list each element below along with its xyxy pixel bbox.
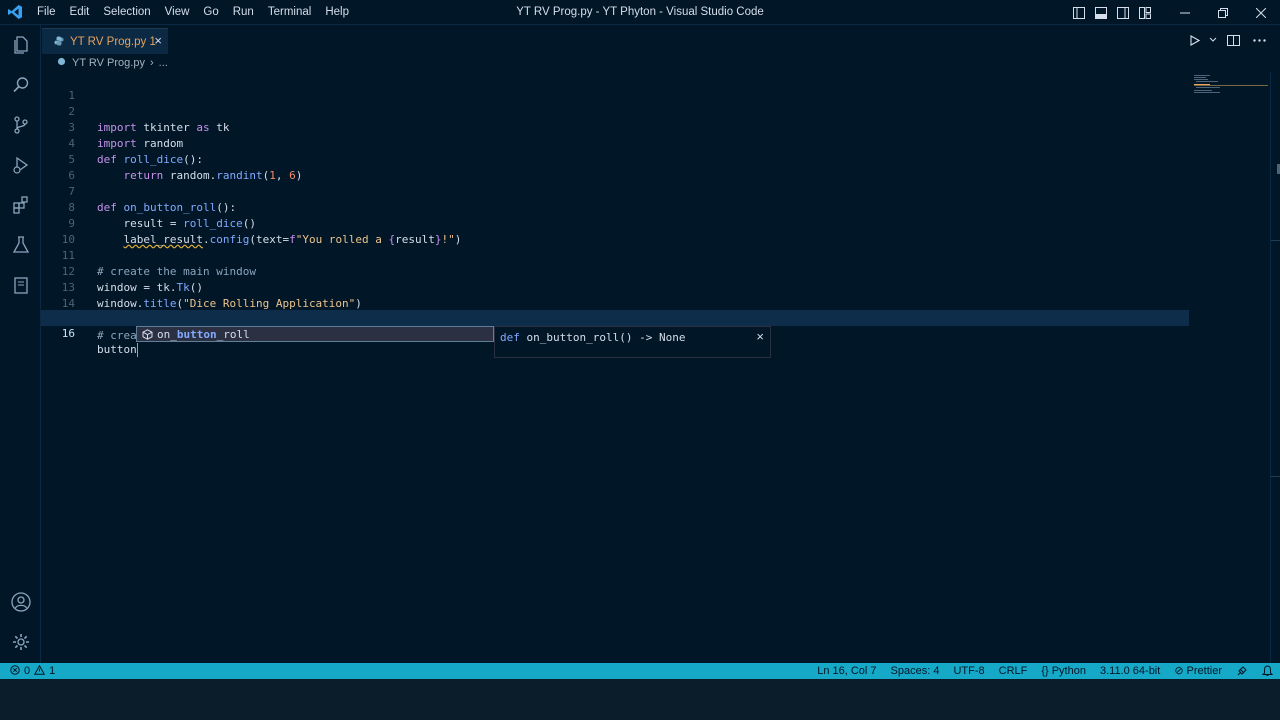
minimap[interactable]: [1192, 72, 1270, 112]
signature-keyword: def: [500, 331, 520, 344]
code-line: 8 result = roll_dice(): [41, 184, 1191, 230]
run-debug-icon[interactable]: [0, 145, 41, 185]
python-interpreter[interactable]: 3.11.0 64-bit: [1093, 663, 1167, 679]
tab-yt-rv-prog[interactable]: YT RV Prog.py 1 ×: [42, 28, 168, 54]
run-python-file-icon[interactable]: [1184, 30, 1204, 50]
status-bar: 0 1 Ln 16, Col 7 Spaces: 4 UTF-8 CRLF {}…: [0, 663, 1280, 679]
extensions-icon[interactable]: [0, 185, 41, 225]
suggestion-detail: def on_button_roll() -> None ×: [494, 326, 771, 358]
menu-file[interactable]: File: [30, 0, 63, 25]
method-symbol-icon: [139, 328, 155, 340]
toggle-panel-icon[interactable]: [1090, 0, 1112, 25]
menu-bar: File Edit Selection View Go Run Terminal…: [30, 0, 356, 25]
code-line: 10: [41, 216, 1191, 246]
code-line: 14: [41, 280, 1191, 310]
braces-icon: {}: [1041, 665, 1049, 677]
toggle-secondary-sidebar-icon[interactable]: [1112, 0, 1134, 25]
manage-gear-icon[interactable]: [0, 622, 41, 662]
code-line: 3 import random: [41, 104, 1191, 150]
line-number: 16: [61, 327, 75, 340]
typed-text: button: [97, 343, 137, 356]
code-line: 6: [41, 152, 1191, 182]
menu-terminal[interactable]: Terminal: [261, 0, 318, 25]
restore-icon[interactable]: [1204, 0, 1242, 25]
code-line: 11 # create the main window: [41, 232, 1191, 278]
code-line: 12 window = tk.Tk(): [41, 248, 1191, 294]
suggestion-prefix: on_: [157, 327, 177, 341]
problems-status[interactable]: 0 1: [10, 663, 55, 679]
explorer-icon[interactable]: [0, 25, 41, 65]
warning-count: 1: [49, 665, 56, 677]
suggestion-list[interactable]: on_button_roll: [136, 326, 494, 342]
tab-bar: YT RV Prog.py 1 ×: [41, 25, 1280, 54]
text-cursor: [136, 343, 138, 357]
suggestion-match: button: [176, 327, 217, 341]
chevron-down-icon[interactable]: [1208, 30, 1218, 50]
vscode-logo-icon: [0, 0, 30, 25]
suggestion-suffix: _roll: [216, 327, 250, 341]
activity-bar: [0, 25, 41, 663]
python-file-icon: [57, 57, 66, 69]
menu-selection[interactable]: Selection: [96, 0, 157, 25]
python-file-icon: [54, 33, 64, 51]
code-line: 2 import tkinter as tk: [41, 88, 1191, 134]
account-icon[interactable]: [0, 582, 41, 622]
search-icon[interactable]: [0, 65, 41, 105]
warning-icon: [34, 664, 46, 678]
function-signature: def on_button_roll() -> None: [500, 331, 685, 344]
close-icon[interactable]: ×: [756, 329, 764, 344]
remote-explorer-icon[interactable]: [0, 265, 41, 305]
language-mode[interactable]: {} Python: [1034, 663, 1093, 679]
menu-edit[interactable]: Edit: [63, 0, 97, 25]
split-editor-icon[interactable]: [1222, 30, 1244, 50]
menu-view[interactable]: View: [158, 0, 197, 25]
language-label: Python: [1051, 665, 1086, 677]
code-text: button: [97, 342, 138, 358]
menu-run[interactable]: Run: [226, 0, 261, 25]
code-line: 13 window.title("Dice Rolling Applicatio…: [41, 264, 1191, 310]
prettier-status[interactable]: ⊘ Prettier: [1167, 663, 1229, 679]
close-icon[interactable]: ×: [154, 33, 162, 48]
error-count: 0: [24, 665, 31, 677]
signature-text: on_button_roll() -> None: [519, 331, 686, 344]
source-control-icon[interactable]: [0, 105, 41, 145]
vertical-scrollbar[interactable]: [1270, 72, 1280, 663]
customize-layout-icon[interactable]: [1134, 0, 1156, 25]
more-actions-icon[interactable]: [1248, 30, 1270, 50]
code-line: 7 def on_button_roll():: [41, 168, 1191, 214]
encoding[interactable]: UTF-8: [946, 663, 991, 679]
code-line: 4 def roll_dice():: [41, 120, 1191, 166]
testing-icon[interactable]: [0, 225, 41, 265]
feedback-icon[interactable]: [1229, 665, 1255, 677]
cursor-position[interactable]: Ln 16, Col 7: [810, 663, 883, 679]
indentation[interactable]: Spaces: 4: [884, 663, 947, 679]
taskbar-strip: [0, 679, 1280, 720]
title-bar: File Edit Selection View Go Run Terminal…: [0, 0, 1280, 25]
chevron-right-icon: ›: [149, 57, 154, 69]
tab-label: YT RV Prog.py 1: [70, 35, 156, 48]
notifications-bell-icon[interactable]: [1255, 665, 1280, 677]
end-of-line[interactable]: CRLF: [992, 663, 1035, 679]
double-check-icon: ⊘: [1174, 665, 1184, 677]
code-editor[interactable]: 1 2 import tkinter as tk 3 import random…: [41, 72, 1270, 663]
breadcrumb-symbols[interactable]: ...: [159, 57, 168, 69]
code-line: 9 label_result.config(text=f"You rolled …: [41, 200, 1191, 246]
code-line: 1: [41, 72, 1191, 102]
toggle-primary-sidebar-icon[interactable]: [1068, 0, 1090, 25]
menu-help[interactable]: Help: [318, 0, 356, 25]
code-line: 5 return random.randint(1, 6): [41, 136, 1191, 182]
suggestion-item[interactable]: on_button_roll: [157, 328, 250, 341]
minimize-icon[interactable]: [1166, 0, 1204, 25]
close-window-icon[interactable]: [1242, 0, 1280, 25]
menu-go[interactable]: Go: [196, 0, 225, 25]
formatter-label: Prettier: [1186, 665, 1222, 677]
code-line-current: 16 button: [41, 310, 1189, 357]
error-icon: [10, 664, 20, 678]
breadcrumb-file[interactable]: YT RV Prog.py: [72, 57, 145, 69]
breadcrumb: YT RV Prog.py › ...: [41, 54, 1280, 72]
